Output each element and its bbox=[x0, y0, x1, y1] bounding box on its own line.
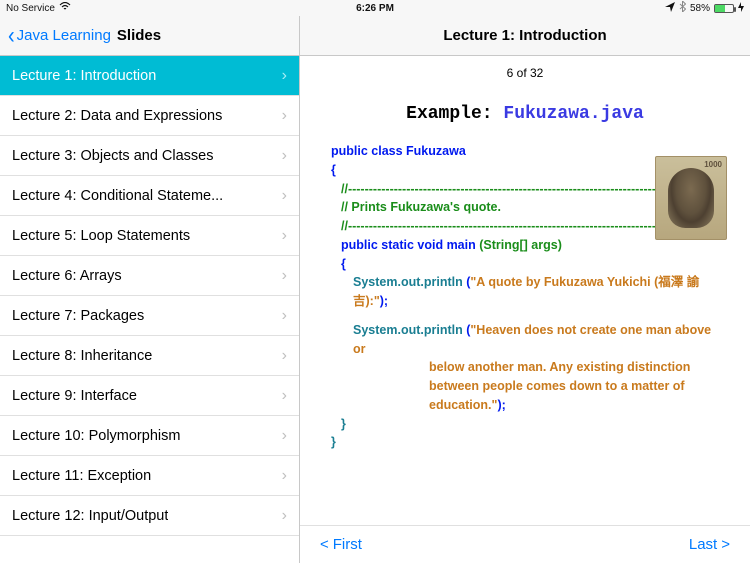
sidebar-item-label: Lecture 8: Inheritance bbox=[12, 348, 152, 364]
clock: 6:26 PM bbox=[356, 3, 394, 14]
sidebar-item-label: Lecture 5: Loop Statements bbox=[12, 228, 190, 244]
sidebar-item-lecture-7[interactable]: Lecture 7: Packages › bbox=[0, 296, 299, 336]
sidebar-title: Slides bbox=[117, 27, 161, 44]
battery-icon bbox=[714, 4, 734, 13]
location-icon bbox=[665, 2, 675, 15]
portrait-image: 1000 bbox=[655, 156, 727, 240]
main-pane: 6 of 32 Example: Fukuzawa.java 1000 publ… bbox=[300, 56, 750, 563]
sidebar-item-lecture-12[interactable]: Lecture 12: Input/Output › bbox=[0, 496, 299, 536]
slide-title: Example: Fukuzawa.java bbox=[331, 104, 719, 124]
sidebar-item-lecture-11[interactable]: Lecture 11: Exception › bbox=[0, 456, 299, 496]
sidebar-item-label: Lecture 3: Objects and Classes bbox=[12, 148, 214, 164]
nav-right: Lecture 1: Introduction bbox=[300, 16, 750, 55]
page-title: Lecture 1: Introduction bbox=[443, 27, 606, 44]
nav-bars: ‹ Java Learning Slides Lecture 1: Introd… bbox=[0, 16, 750, 56]
sidebar-item-lecture-6[interactable]: Lecture 6: Arrays › bbox=[0, 256, 299, 296]
last-button[interactable]: Last > bbox=[689, 536, 730, 553]
sidebar-item-label: Lecture 7: Packages bbox=[12, 308, 144, 324]
sidebar-item-lecture-8[interactable]: Lecture 8: Inheritance › bbox=[0, 336, 299, 376]
sidebar-item-lecture-9[interactable]: Lecture 9: Interface › bbox=[0, 376, 299, 416]
chevron-right-icon: › bbox=[282, 307, 287, 325]
chevron-right-icon: › bbox=[282, 467, 287, 485]
battery-label: 58% bbox=[690, 3, 710, 14]
toolbar: < First Last > bbox=[300, 525, 750, 563]
slide-title-prefix: Example: bbox=[406, 104, 492, 124]
last-label: Last bbox=[689, 536, 717, 553]
sidebar-item-label: Lecture 2: Data and Expressions bbox=[12, 108, 222, 124]
sidebar-item-label: Lecture 6: Arrays bbox=[12, 268, 122, 284]
charging-icon bbox=[738, 2, 744, 15]
sidebar: Lecture 1: Introduction›Lecture 2: Data … bbox=[0, 56, 300, 563]
sidebar-item-lecture-2[interactable]: Lecture 2: Data and Expressions › bbox=[0, 96, 299, 136]
chevron-right-icon: › bbox=[282, 267, 287, 285]
chevron-right-icon: › bbox=[282, 427, 287, 445]
chevron-right-icon: › bbox=[282, 107, 287, 125]
chevron-right-icon: › bbox=[282, 67, 287, 85]
first-label: First bbox=[333, 536, 362, 553]
slide-title-filename: Fukuzawa.java bbox=[503, 104, 643, 124]
chevron-right-icon: › bbox=[282, 147, 287, 165]
slide-content: Example: Fukuzawa.java 1000 public class… bbox=[315, 90, 735, 472]
sidebar-item-label: Lecture 10: Polymorphism bbox=[12, 428, 180, 444]
chevron-left-icon: < bbox=[320, 536, 329, 553]
sidebar-item-lecture-10[interactable]: Lecture 10: Polymorphism › bbox=[0, 416, 299, 456]
sidebar-item-lecture-1[interactable]: Lecture 1: Introduction › bbox=[0, 56, 299, 96]
chevron-right-icon: › bbox=[282, 227, 287, 245]
chevron-right-icon: › bbox=[282, 347, 287, 365]
slide-viewport[interactable]: Example: Fukuzawa.java 1000 public class… bbox=[300, 84, 750, 525]
status-bar: No Service 6:26 PM 58% bbox=[0, 0, 750, 16]
nav-left: ‹ Java Learning Slides bbox=[0, 16, 300, 55]
first-button[interactable]: < First bbox=[320, 536, 362, 553]
chevron-right-icon: > bbox=[721, 536, 730, 553]
chevron-right-icon: › bbox=[282, 387, 287, 405]
code-block: 1000 public class Fukuzawa { //---------… bbox=[331, 142, 719, 452]
chevron-left-icon: ‹ bbox=[8, 24, 15, 48]
carrier-label: No Service bbox=[6, 3, 55, 14]
chevron-right-icon: › bbox=[282, 507, 287, 525]
sidebar-item-label: Lecture 12: Input/Output bbox=[12, 508, 168, 524]
sidebar-item-label: Lecture 9: Interface bbox=[12, 388, 137, 404]
sidebar-item-label: Lecture 4: Conditional Stateme... bbox=[12, 188, 223, 204]
sidebar-item-lecture-4[interactable]: Lecture 4: Conditional Stateme... › bbox=[0, 176, 299, 216]
back-button[interactable]: ‹ Java Learning bbox=[8, 26, 111, 46]
sidebar-item-lecture-3[interactable]: Lecture 3: Objects and Classes › bbox=[0, 136, 299, 176]
sidebar-item-label: Lecture 11: Exception bbox=[12, 468, 151, 484]
bluetooth-icon bbox=[679, 1, 686, 15]
sidebar-item-lecture-5[interactable]: Lecture 5: Loop Statements › bbox=[0, 216, 299, 256]
slide-counter: 6 of 32 bbox=[300, 56, 750, 84]
back-label: Java Learning bbox=[17, 27, 111, 44]
chevron-right-icon: › bbox=[282, 187, 287, 205]
sidebar-item-label: Lecture 1: Introduction bbox=[12, 68, 156, 84]
wifi-icon bbox=[59, 2, 71, 14]
